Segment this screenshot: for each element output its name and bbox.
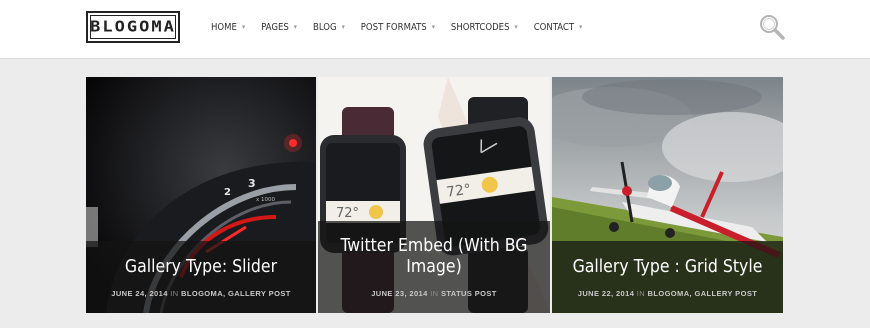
post-overlay: Gallery Type : Grid Style JUNE 22, 2014 … — [552, 241, 783, 313]
nav-item-pages[interactable]: PAGES ▾ — [261, 22, 297, 33]
post-overlay: Gallery Type: Slider JUNE 24, 2014 IN BL… — [86, 241, 316, 313]
svg-text:2: 2 — [224, 187, 231, 198]
chevron-down-icon: ▾ — [579, 22, 583, 31]
nav-item-contact[interactable]: CONTACT ▾ — [534, 22, 583, 33]
post-date: JUNE 24, 2014 — [111, 288, 168, 298]
post-date: JUNE 22, 2014 — [577, 288, 635, 298]
nav-item-home[interactable]: HOME ▾ — [211, 22, 245, 33]
post-overlay: Twitter Embed (With BG Image) JUNE 23, 2… — [318, 221, 550, 313]
logo-text: BLOGOMA — [90, 18, 176, 36]
chevron-down-icon: ▾ — [341, 22, 345, 31]
post-meta: JUNE 22, 2014 IN BLOGOMA, GALLERY POST — [577, 288, 758, 298]
watch-temperature: 72° — [336, 206, 359, 221]
post-card[interactable]: Gallery Type : Grid Style JUNE 22, 2014 … — [552, 77, 783, 313]
chevron-down-icon: ▾ — [431, 22, 435, 31]
post-categories[interactable]: BLOGOMA, GALLERY POST — [181, 289, 291, 298]
post-meta: JUNE 24, 2014 IN BLOGOMA, GALLERY POST — [111, 288, 291, 298]
post-meta: JUNE 23, 2014 IN STATUS POST — [371, 289, 497, 298]
svg-text:x 1000: x 1000 — [256, 197, 276, 203]
post-title[interactable]: Twitter Embed (With BG Image) — [318, 236, 550, 278]
post-title[interactable]: Gallery Type: Slider — [113, 257, 289, 278]
chevron-down-icon: ▾ — [293, 22, 297, 31]
post-categories[interactable]: STATUS POST — [441, 289, 497, 298]
site-header: BLOGOMA HOME ▾ PAGES ▾ BLOG ▾ POST FORMATS ▾… — [0, 0, 870, 59]
nav-item-shortcodes[interactable]: SHORTCODES ▾ — [451, 22, 518, 33]
post-categories[interactable]: BLOGOMA, GALLERY POST — [648, 289, 758, 298]
chevron-down-icon: ▾ — [514, 22, 518, 31]
search-icon[interactable] — [758, 13, 786, 41]
chevron-down-icon: ▾ — [241, 22, 246, 31]
nav-item-blog[interactable]: BLOG ▾ — [313, 22, 345, 33]
nav-item-post-formats[interactable]: POST FORMATS ▾ — [361, 22, 435, 33]
main-nav: HOME ▾ PAGES ▾ BLOG ▾ POST FORMATS ▾ SHORTCO… — [211, 22, 598, 33]
site-logo[interactable]: BLOGOMA — [86, 11, 180, 43]
post-card[interactable]: 72° 72° Twitter Embed (With BG Image) JU… — [318, 77, 550, 313]
svg-text:3: 3 — [248, 177, 256, 190]
post-card[interactable]: 3 2 x 1000 Gallery Type: Slider JUNE 24,… — [86, 77, 316, 313]
post-date: JUNE 23, 2014 — [371, 289, 428, 298]
watch-temperature: 72° — [445, 181, 472, 200]
post-title[interactable]: Gallery Type : Grid Style — [561, 257, 775, 278]
